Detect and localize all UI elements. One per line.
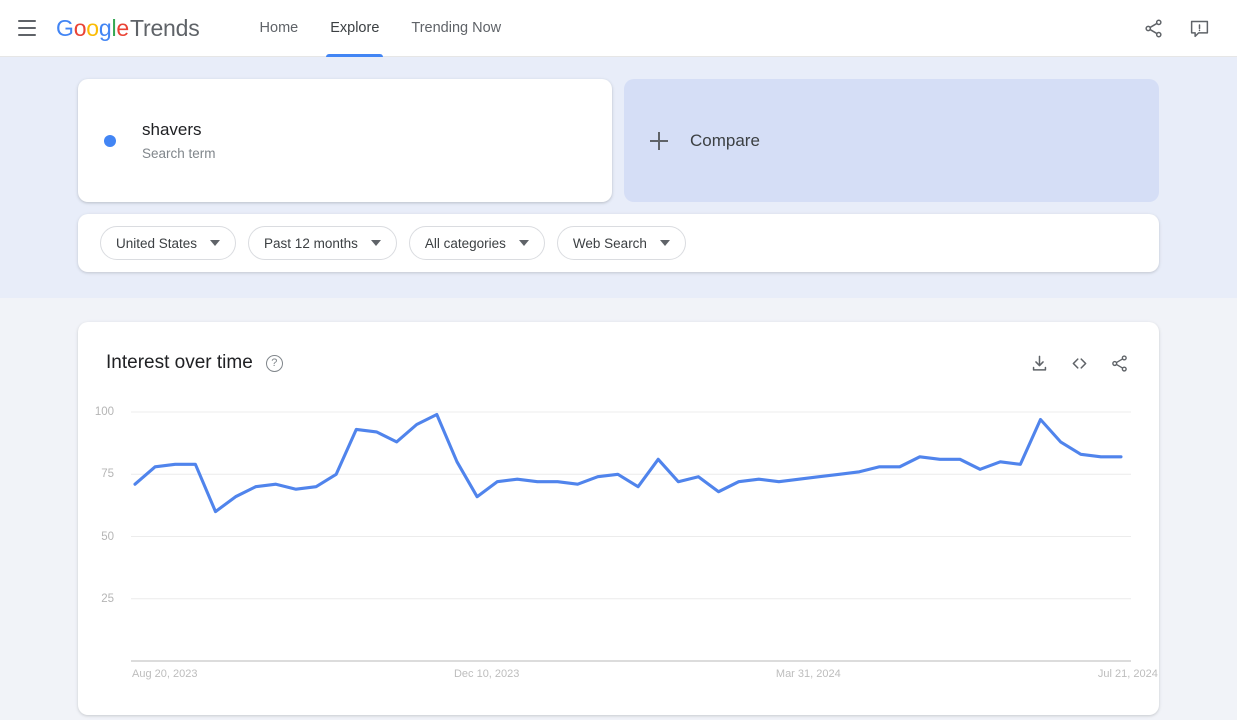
- query-band: shavers Search term Compare United State…: [0, 57, 1237, 298]
- x-tick-label: Dec 10, 2023: [453, 668, 520, 680]
- filter-category-label: All categories: [424, 235, 506, 251]
- chart-gridlines: [131, 411, 1131, 600]
- x-tick-label: Jul 21, 2024: [1097, 668, 1158, 680]
- trends-wordmark: Trends: [130, 14, 200, 41]
- chart-actions: [1027, 351, 1131, 375]
- chevron-down-icon: [659, 240, 670, 246]
- y-tick-label: 100: [94, 406, 114, 418]
- app-bar: Google Trends Home Explore Trending Now: [0, 0, 1237, 57]
- chart-series-line: [133, 412, 1123, 514]
- filter-location[interactable]: United States: [100, 226, 237, 260]
- interest-over-time-chart[interactable]: 100 75 50 25 Aug 20, 2023 Dec 10, 2023 Mar 31…: [95, 390, 1158, 710]
- feedback-icon[interactable]: [1179, 8, 1219, 48]
- compare-button[interactable]: Compare: [624, 79, 1159, 202]
- share-icon[interactable]: [1107, 351, 1131, 375]
- x-tick-label: Aug 20, 2023: [132, 668, 198, 680]
- filter-search-type-label: Web Search: [572, 235, 647, 251]
- share-icon[interactable]: [1133, 8, 1173, 48]
- query-band-inner: shavers Search term Compare United State…: [78, 79, 1159, 272]
- hamburger-line: [18, 27, 36, 29]
- chart-header: Interest over time ?: [106, 346, 1131, 380]
- x-tick-label: Mar 31, 2024: [775, 668, 841, 680]
- filter-bar: United States Past 12 months All categor…: [78, 214, 1159, 272]
- filter-search-type[interactable]: Web Search: [556, 226, 686, 260]
- search-term-subtitle: Search term: [142, 145, 216, 161]
- download-icon[interactable]: [1027, 351, 1051, 375]
- google-trends-logo[interactable]: Google Trends: [56, 15, 200, 42]
- y-tick-label: 50: [101, 530, 114, 543]
- chevron-down-icon: [210, 240, 221, 246]
- chevron-down-icon: [370, 240, 381, 246]
- filter-time-range-label: Past 12 months: [264, 235, 358, 251]
- y-tick-label: 25: [101, 592, 114, 605]
- y-tick-label: 75: [101, 468, 114, 481]
- page-title: Interest over time: [106, 352, 253, 373]
- chart-svg: [131, 411, 1131, 662]
- filter-location-label: United States: [116, 235, 198, 251]
- search-terms-row: shavers Search term Compare: [78, 79, 1159, 202]
- nav-item-trending-now[interactable]: Trending Now: [395, 0, 517, 57]
- filter-time-range[interactable]: Past 12 months: [248, 226, 397, 260]
- hamburger-line: [18, 34, 36, 36]
- main-nav: Home Explore Trending Now: [244, 0, 518, 57]
- compare-label: Compare: [690, 130, 760, 150]
- google-wordmark: Google: [56, 14, 129, 41]
- hamburger-menu-icon[interactable]: [14, 15, 40, 41]
- plus-icon: [650, 131, 668, 150]
- chevron-down-icon: [518, 240, 529, 246]
- chart-title-wrap: Interest over time ?: [106, 352, 283, 374]
- nav-item-explore[interactable]: Explore: [314, 0, 395, 57]
- help-circle-icon[interactable]: ?: [265, 354, 283, 372]
- search-term-text: shavers Search term: [142, 119, 216, 163]
- embed-code-icon[interactable]: [1067, 351, 1091, 375]
- results-area: Interest over time ? 100 75 50 25 Aug 20…: [0, 298, 1237, 720]
- series-color-dot: [104, 134, 116, 147]
- nav-item-home[interactable]: Home: [244, 0, 315, 57]
- search-term-title: shavers: [142, 119, 202, 139]
- hamburger-line: [18, 20, 36, 22]
- search-term-card[interactable]: shavers Search term: [78, 79, 612, 202]
- filter-category[interactable]: All categories: [408, 226, 545, 260]
- interest-over-time-card: Interest over time ? 100 75 50 25 Aug 20…: [78, 322, 1159, 715]
